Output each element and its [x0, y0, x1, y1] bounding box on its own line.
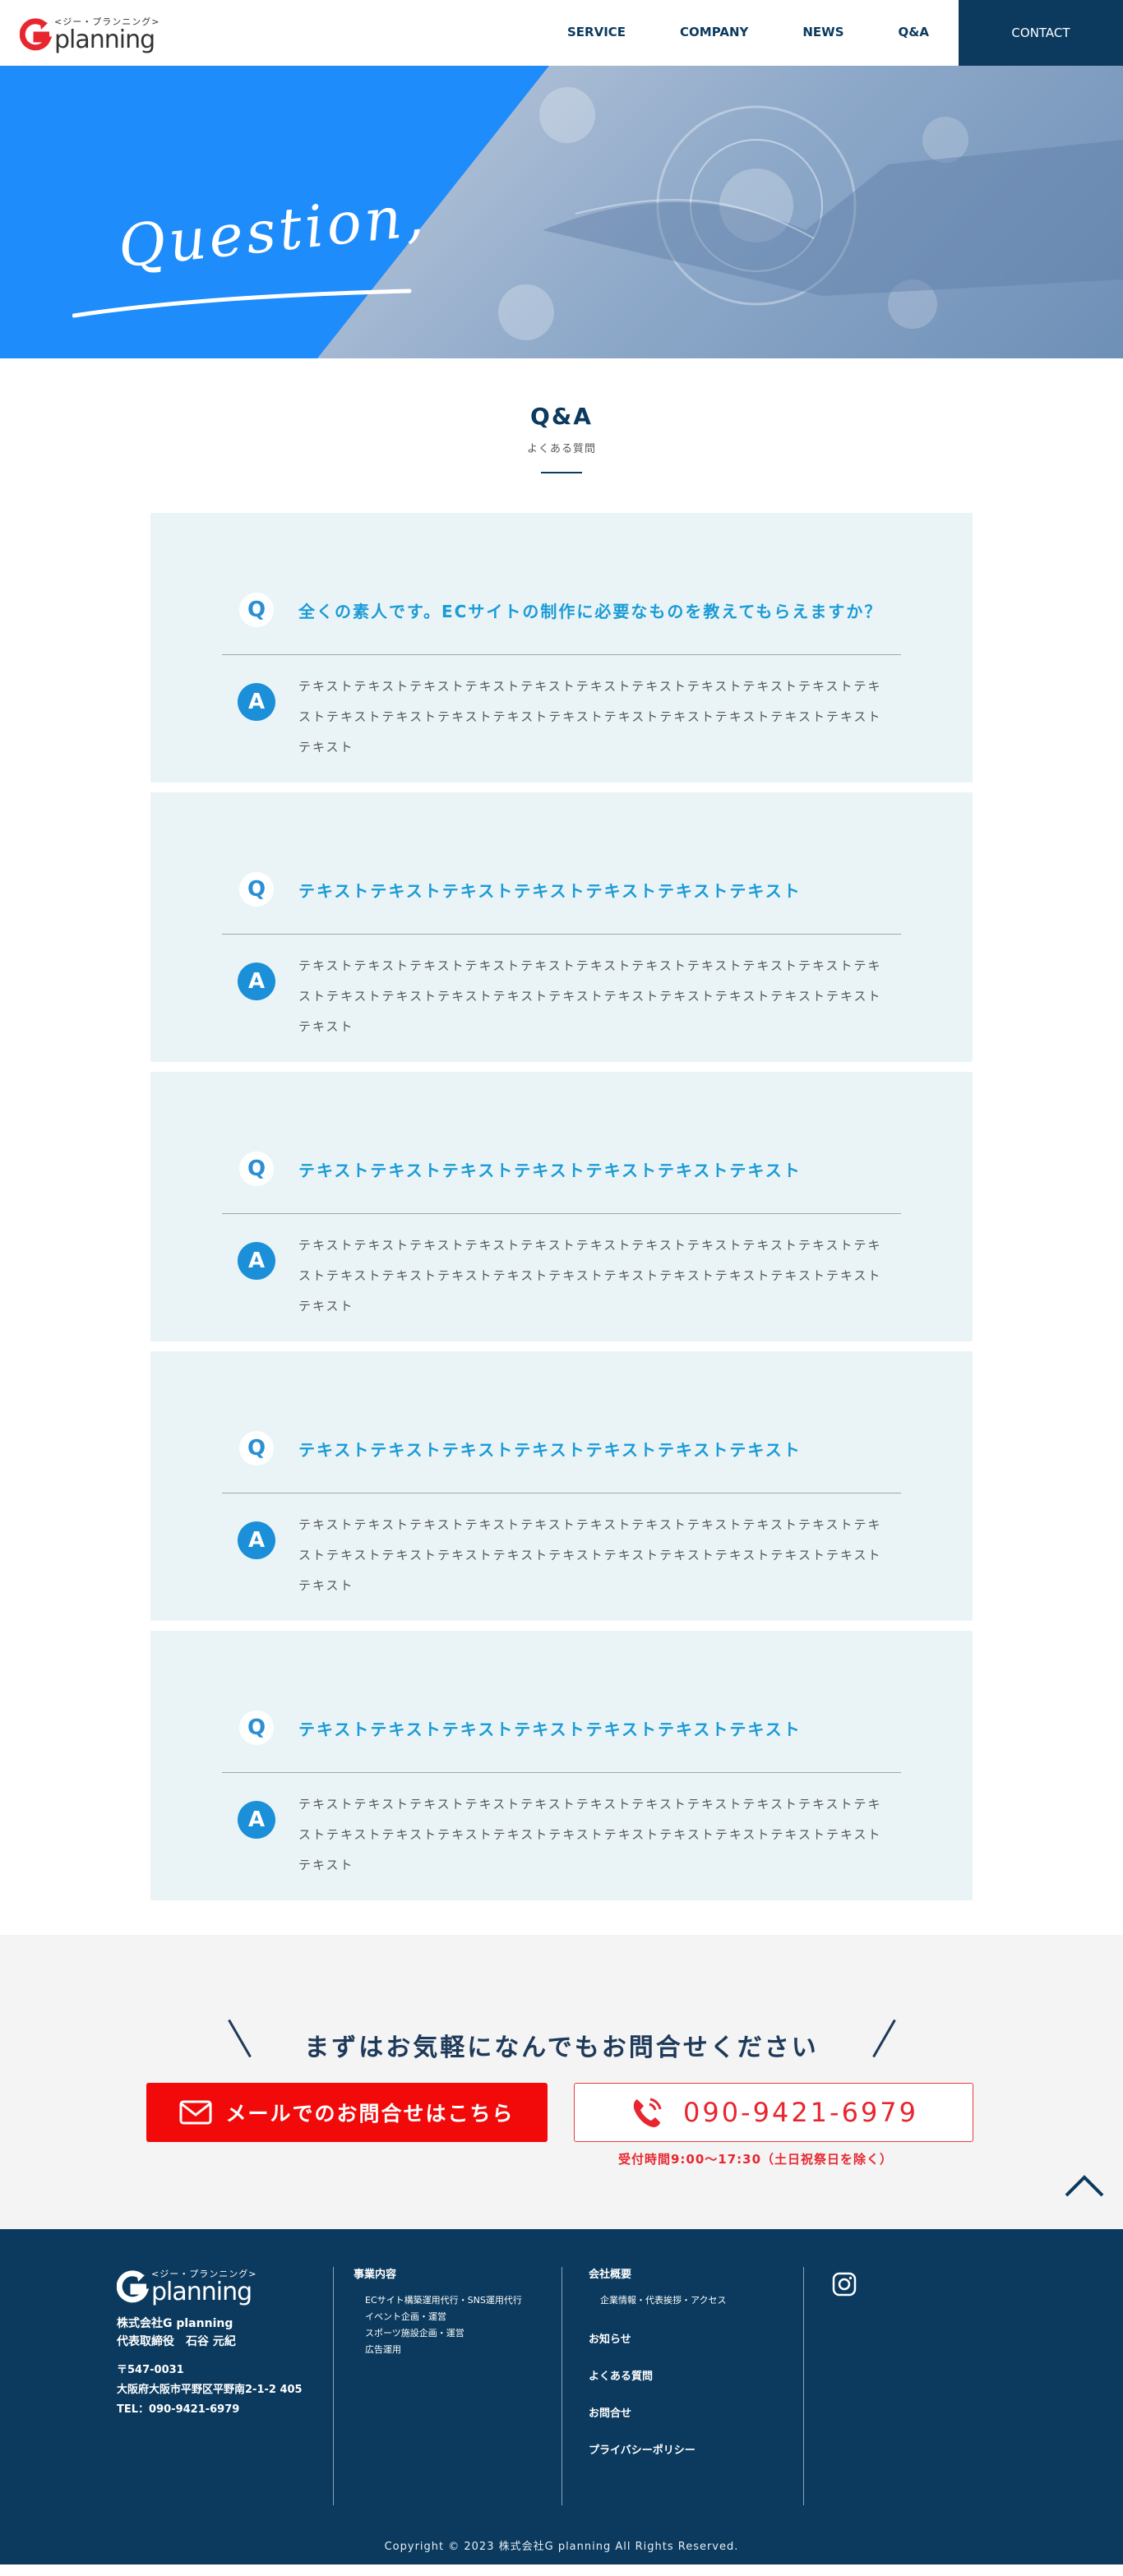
qa-item: Q テキストテキストテキストテキストテキストテキストテキスト A テキストテキス… [150, 792, 973, 1062]
hero-banner: Question, [0, 66, 1123, 358]
footer-link-privacy[interactable]: プライバシーポリシー [589, 2441, 726, 2457]
qa-divider [222, 1772, 901, 1773]
footer-logo-g-icon [117, 2269, 150, 2305]
footer-logo-word: planning [151, 2278, 252, 2306]
nav-news[interactable]: NEWS [802, 25, 843, 39]
phone-icon [629, 2094, 665, 2131]
answer-text: テキストテキストテキストテキストテキストテキストテキストテキストテキストテキスト… [298, 958, 882, 1034]
qa-section-head: Q&A よくある質問 [0, 403, 1123, 473]
qa-divider [222, 654, 901, 655]
footer-logo[interactable]: <ジー・プランニング> planning [117, 2267, 256, 2305]
company-overview-sub[interactable]: 企業情報・代表挨拶・アクセス [589, 2292, 726, 2309]
qa-divider [222, 934, 901, 935]
question-text: 全くの素人です。ECサイトの制作に必要なものを教えてもらえますか？ [298, 601, 883, 621]
contact-title: まずはお気軽になんでもお問合せください [304, 2034, 819, 2062]
q-badge: Q [239, 1431, 274, 1466]
mail-contact-button[interactable]: メールでのお問合せはこちら [146, 2083, 548, 2142]
business-item[interactable]: イベント企画・運営 [354, 2309, 522, 2325]
section-title: Q&A [530, 403, 593, 430]
question-text: テキストテキストテキストテキストテキストテキストテキスト [298, 1439, 802, 1460]
qa-item: Q 全くの素人です。ECサイトの制作に必要なものを教えてもらえますか？ A テキ… [150, 513, 973, 782]
business-hours: 受付時間9:00～17:30（土日祝祭日を除く） [618, 2152, 894, 2167]
footer-company: 株式会社G planning 代表取締役 石谷 元紀 [117, 2315, 236, 2351]
a-badge: A [238, 963, 275, 1000]
instagram-icon[interactable] [832, 2272, 857, 2297]
answer-text: テキストテキストテキストテキストテキストテキストテキストテキストテキストテキスト… [298, 1238, 882, 1313]
qa-item: Q テキストテキストテキストテキストテキストテキストテキスト A テキストテキス… [150, 1351, 973, 1621]
answer-text: テキストテキストテキストテキストテキストテキストテキストテキストテキストテキスト… [298, 679, 882, 755]
qa-divider [222, 1213, 901, 1214]
footer-link-news[interactable]: お知らせ [589, 2330, 726, 2346]
hero-brush-underline [72, 289, 412, 318]
qa-list: Q 全くの素人です。ECサイトの制作に必要なものを教えてもらえますか？ A テキ… [150, 513, 973, 1900]
site-logo[interactable]: <ジー・プランニング> planning [20, 15, 159, 53]
footer-divider [803, 2267, 804, 2505]
copyright: Copyright © 2023 株式会社G planning All Righ… [384, 2541, 739, 2553]
nav-company[interactable]: COMPANY [680, 25, 748, 39]
business-item[interactable]: 広告運用 [354, 2342, 522, 2358]
logo-g-icon [20, 16, 53, 53]
qa-item: Q テキストテキストテキストテキストテキストテキストテキスト A テキストテキス… [150, 1631, 973, 1900]
footer-link-contact[interactable]: お問合せ [589, 2404, 726, 2420]
zip-code: 〒547-0031 [117, 2364, 184, 2376]
representative: 代表取締役 石谷 元紀 [117, 2335, 236, 2348]
header-contact-button[interactable]: CONTACT [959, 0, 1123, 66]
footer-company-col: 会社概要 企業情報・代表挨拶・アクセス お知らせ よくある質問 お問合せ プライ… [589, 2265, 726, 2457]
a-badge: A [238, 683, 275, 721]
question-text: テキストテキストテキストテキストテキストテキストテキスト [298, 1160, 802, 1180]
mail-icon [179, 2100, 212, 2125]
tel-contact-button[interactable]: 090-9421-6979 [574, 2083, 973, 2142]
tel-number: 090-9421-6979 [682, 2097, 919, 2128]
answer-text: テキストテキストテキストテキストテキストテキストテキストテキストテキストテキスト… [298, 1517, 882, 1593]
footer-address: 〒547-0031 大阪府大阪市平野区平野南2-1-2 405 TEL：090-… [117, 2361, 303, 2420]
section-title-bar [541, 472, 582, 473]
answer-text: テキストテキストテキストテキストテキストテキストテキストテキストテキストテキスト… [298, 1797, 882, 1872]
company-name: 株式会社G planning [117, 2317, 233, 2330]
business-item[interactable]: ECサイト構築運用代行・SNS運用代行 [354, 2292, 522, 2309]
question-text: テキストテキストテキストテキストテキストテキストテキスト [298, 1719, 802, 1739]
mail-button-label: メールでのお問合せはこちら [225, 2102, 515, 2126]
footer-business-col: 事業内容 ECサイト構築運用代行・SNS運用代行 イベント企画・運営 スポーツ施… [354, 2265, 522, 2358]
footer-link-faq[interactable]: よくある質問 [589, 2367, 726, 2383]
global-nav: SERVICE COMPANY NEWS Q&A [567, 25, 929, 39]
nav-qa[interactable]: Q&A [899, 25, 929, 39]
nav-service[interactable]: SERVICE [567, 25, 626, 39]
business-title[interactable]: 事業内容 [354, 2265, 522, 2281]
company-overview-title[interactable]: 会社概要 [589, 2265, 726, 2281]
address: 大阪府大阪市平野区平野南2-1-2 405 [117, 2384, 303, 2396]
q-badge: Q [239, 872, 274, 907]
contact-band: まずはお気軽になんでもお問合せください メールでのお問合せはこちら 090-94… [0, 1935, 1123, 2229]
logo-word: planning [54, 25, 155, 54]
a-badge: A [238, 1521, 275, 1559]
question-text: テキストテキストテキストテキストテキストテキストテキスト [298, 880, 802, 901]
section-subtitle: よくある質問 [526, 443, 596, 455]
a-badge: A [238, 1242, 275, 1280]
back-to-top-chevron-icon[interactable] [1064, 2173, 1105, 2198]
site-header: <ジー・プランニング> planning SERVICE COMPANY NEW… [0, 0, 1123, 66]
footer-divider [333, 2267, 334, 2505]
q-badge: Q [239, 1710, 274, 1745]
q-badge: Q [239, 1152, 274, 1186]
site-footer: <ジー・プランニング> planning 株式会社G planning 代表取締… [0, 2229, 1123, 2564]
qa-item: Q テキストテキストテキストテキストテキストテキストテキスト A テキストテキス… [150, 1072, 973, 1341]
business-item[interactable]: スポーツ施設企画・運営 [354, 2325, 522, 2342]
footer-tel: TEL：090-9421-6979 [117, 2403, 240, 2416]
q-badge: Q [239, 593, 274, 627]
a-badge: A [238, 1801, 275, 1839]
